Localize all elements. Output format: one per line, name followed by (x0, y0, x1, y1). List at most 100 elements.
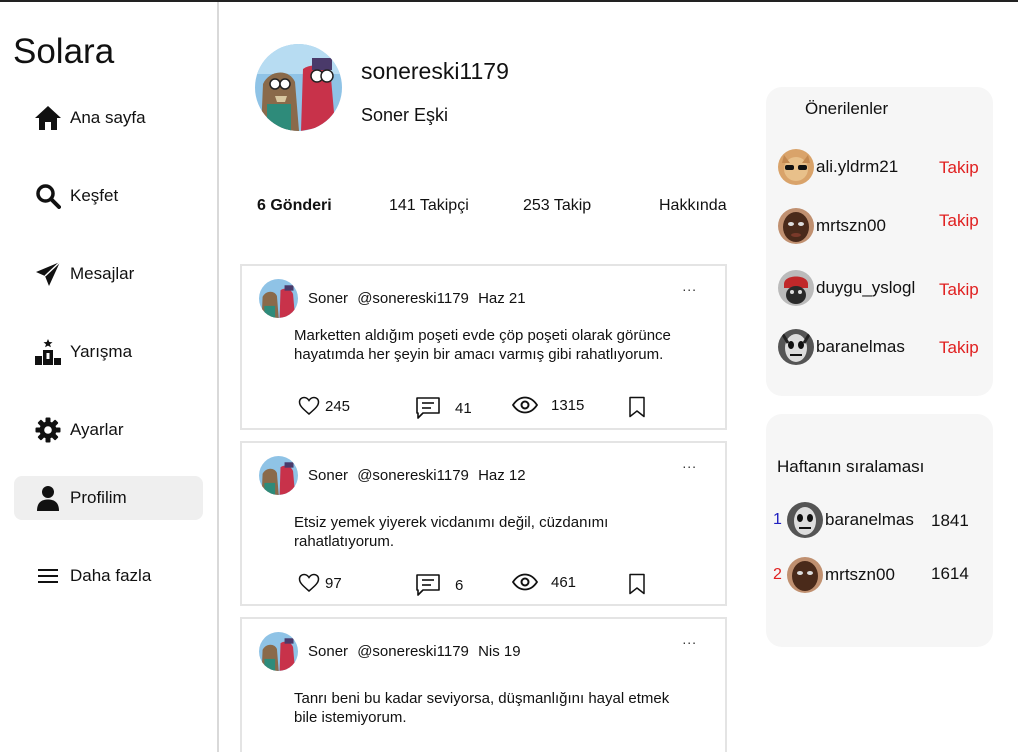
like-count: 245 (325, 397, 351, 415)
post-more-button[interactable]: ... (682, 278, 697, 294)
ranking-avatar (787, 502, 823, 538)
post-meta: Soner @sonereski1179 Haz 21 (308, 290, 531, 307)
post-avatar[interactable] (259, 279, 298, 318)
heart-icon (298, 573, 320, 592)
suggestion-name: ali.yldrm21 (816, 157, 899, 176)
gear-icon (34, 416, 62, 444)
nav-label: Daha fazla (70, 566, 152, 585)
nav-item-contest[interactable]: Yarışma (14, 330, 203, 374)
post-avatar[interactable] (259, 456, 298, 495)
tab-following[interactable]: 253 Takip (523, 197, 591, 215)
follow-button[interactable]: Takip (939, 158, 979, 178)
like-button[interactable]: 245 (298, 396, 350, 416)
post-date: Nis 19 (478, 643, 521, 660)
follow-button[interactable]: Takip (939, 338, 979, 358)
tab-followers[interactable]: 141 Takipçi (389, 197, 469, 215)
suggestion-name: baranelmas (816, 337, 905, 356)
views-indicator: 461 (511, 573, 576, 591)
eye-icon (511, 573, 539, 591)
bookmark-icon (629, 573, 645, 595)
nav-item-home[interactable]: Ana sayfa (14, 96, 203, 140)
post-text: Etsiz yemek yiyerek vicdanımı değil, cüz… (294, 514, 609, 550)
like-count: 97 (325, 574, 342, 592)
ranking-title: Haftanın sıralaması (777, 457, 925, 476)
nav-label: Yarışma (70, 342, 133, 361)
ranking-item[interactable]: 2 mrtszn00 (773, 557, 895, 593)
follow-button[interactable]: Takip (939, 280, 979, 300)
post-card: Soner @sonereski1179 Haz 12 ... Etsiz ye… (240, 441, 727, 606)
ranking-name: baranelmas (825, 510, 914, 529)
suggestion-avatar (778, 149, 814, 185)
post-actions: 97 6 461 (298, 573, 658, 597)
menu-icon (34, 562, 62, 590)
tab-posts[interactable]: 6 Gönderi (257, 197, 332, 215)
ranking-name: mrtszn00 (825, 565, 895, 584)
nav-item-settings[interactable]: Ayarlar (14, 408, 203, 452)
post-author[interactable]: Soner (308, 290, 348, 307)
post-handle[interactable]: @sonereski1179 (357, 290, 469, 307)
post-more-button[interactable]: ... (682, 631, 697, 647)
post-date: Haz 21 (478, 290, 526, 307)
post-author[interactable]: Soner (308, 467, 348, 484)
views-count: 1315 (551, 396, 585, 414)
user-icon (34, 484, 62, 512)
suggestion-avatar (778, 270, 814, 306)
post-card: Soner @sonereski1179 Haz 21 ... Markette… (240, 264, 727, 430)
home-icon (34, 104, 62, 132)
comment-count: 6 (455, 576, 464, 594)
nav-item-messages[interactable]: Mesajlar (14, 252, 203, 296)
post-text: Marketten aldığım poşeti evde çöp poşeti… (294, 327, 671, 363)
profile-avatar[interactable] (255, 44, 342, 131)
views-count: 461 (551, 573, 577, 591)
nav-label: Ana sayfa (70, 108, 146, 127)
brand-logo: Solara (13, 32, 115, 71)
post-date: Haz 12 (478, 467, 526, 484)
suggestion-name: duygu_yslogl (816, 278, 916, 297)
nav-label: Profilim (70, 488, 127, 507)
ranking-score: 1841 (931, 511, 969, 530)
nav-item-more[interactable]: Daha fazla (14, 554, 203, 598)
suggestion-avatar (778, 329, 814, 365)
nav-item-profile[interactable]: Profilim (14, 476, 203, 520)
nav-label: Mesajlar (70, 264, 135, 283)
post-meta: Soner @sonereski1179 Nis 19 (308, 643, 526, 660)
sidebar: Solara Ana sayfa Keşfet Mesajlar Yarışma… (0, 2, 219, 752)
comment-button[interactable]: 41 (415, 396, 472, 420)
send-icon (34, 260, 62, 288)
post-meta: Soner @sonereski1179 Haz 12 (308, 467, 531, 484)
suggestions-title: Önerilenler (805, 99, 889, 118)
nav-label: Ayarlar (70, 420, 124, 439)
nav-item-explore[interactable]: Keşfet (14, 174, 203, 218)
eye-icon (511, 396, 539, 414)
post-author[interactable]: Soner (308, 643, 348, 660)
ranking-item[interactable]: 1 baranelmas (773, 502, 914, 538)
post-actions: 245 41 1315 (298, 396, 658, 420)
comment-button[interactable]: 6 (415, 573, 463, 597)
post-more-button[interactable]: ... (682, 455, 697, 471)
comment-icon (416, 574, 440, 596)
post-handle[interactable]: @sonereski1179 (357, 467, 469, 484)
comment-count: 41 (455, 399, 472, 417)
views-indicator: 1315 (511, 396, 584, 414)
suggestion-avatar (778, 208, 814, 244)
profile-fullname: Soner Eşki (361, 105, 449, 125)
rank-number: 1 (773, 511, 782, 528)
post-handle[interactable]: @sonereski1179 (357, 643, 469, 660)
post-avatar[interactable] (259, 632, 298, 671)
like-button[interactable]: 97 (298, 573, 342, 593)
tab-about[interactable]: Hakkında (659, 197, 727, 215)
post-text: Tanrı beni bu kadar seviyorsa, düşmanlığ… (294, 690, 670, 726)
podium-icon (34, 338, 62, 366)
bookmark-button[interactable] (628, 573, 646, 595)
follow-button[interactable]: Takip (939, 211, 979, 231)
ranking-avatar (787, 557, 823, 593)
rank-number: 2 (773, 566, 782, 583)
comment-icon (416, 397, 440, 419)
profile-username: sonereski1179 (361, 58, 509, 84)
search-icon (34, 182, 62, 210)
post-card: Soner @sonereski1179 Nis 19 ... Tanrı be… (240, 617, 727, 752)
heart-icon (298, 396, 320, 415)
bookmark-icon (629, 396, 645, 418)
suggestion-name: mrtszn00 (816, 216, 886, 235)
bookmark-button[interactable] (628, 396, 646, 418)
